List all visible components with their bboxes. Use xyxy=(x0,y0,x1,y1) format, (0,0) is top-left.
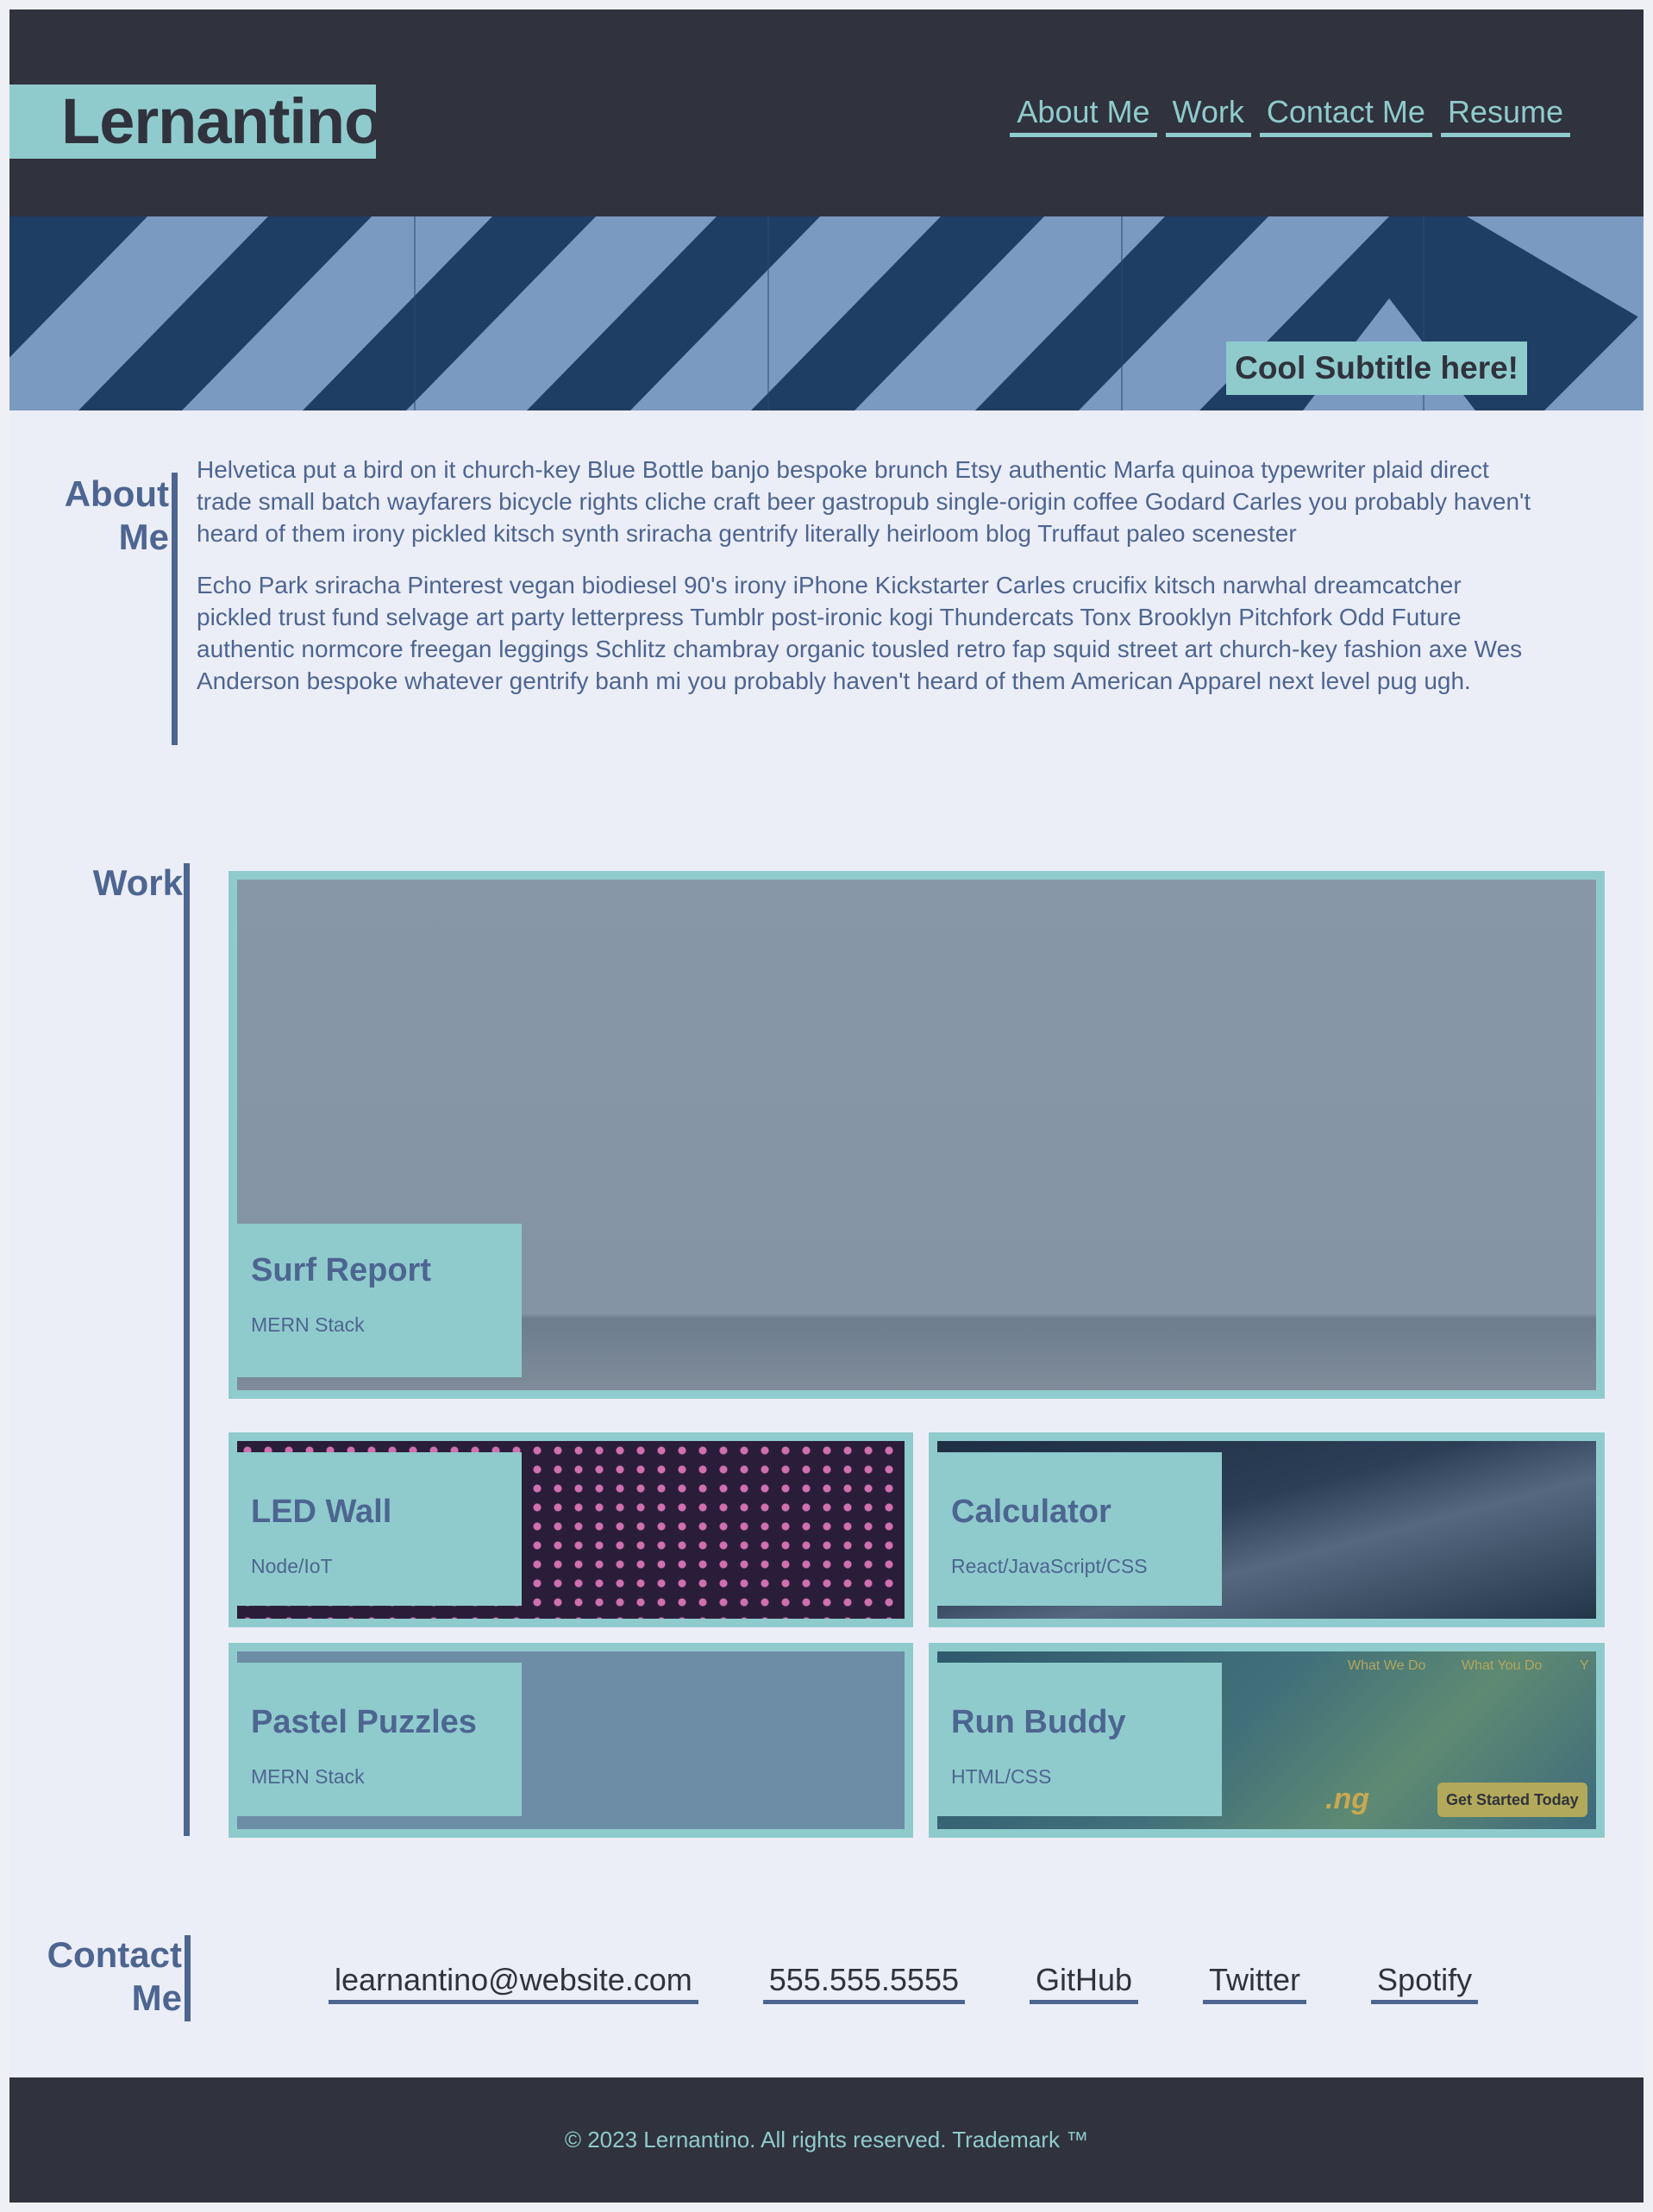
project-label: Surf Report MERN Stack xyxy=(237,1224,522,1377)
about-paragraph: Echo Park sriracha Pinterest vegan biodi… xyxy=(197,572,1523,694)
about-text: Helvetica put a bird on it church-key Bl… xyxy=(197,454,1542,697)
nav-link-work[interactable]: Work xyxy=(1165,91,1251,137)
contact-twitter-link[interactable]: Twitter xyxy=(1203,1960,1307,2004)
project-card-led-wall[interactable]: LED Wall Node/IoT xyxy=(229,1432,913,1627)
hero-banner: Cool Subtitle here! xyxy=(9,216,1644,410)
run-buddy-nav-text: What We Do xyxy=(1348,1658,1426,1673)
site-header: Lernantino About Me Work Contact Me Resu… xyxy=(9,9,1644,216)
nav-link-about-me[interactable]: About Me xyxy=(1010,91,1157,137)
project-card-pastel-puzzles[interactable]: Pastel Puzzles MERN Stack xyxy=(229,1643,913,1838)
project-stack: React/JavaScript/CSS xyxy=(951,1555,1148,1577)
project-label: Pastel Puzzles MERN Stack xyxy=(237,1663,522,1816)
nav-link-resume[interactable]: Resume xyxy=(1440,91,1570,137)
contact-links: learnantino@website.com 555.555.5555 Git… xyxy=(329,1960,1479,2004)
project-stack: HTML/CSS xyxy=(951,1765,1052,1788)
nav-link-contact-me[interactable]: Contact Me xyxy=(1259,91,1432,137)
contact-email-link[interactable]: learnantino@website.com xyxy=(329,1960,698,2004)
about-section-title: About Me xyxy=(64,473,169,557)
project-title: Surf Report xyxy=(251,1252,431,1288)
hero-subtitle: Cool Subtitle here! xyxy=(1226,342,1527,395)
contact-section-title: Contact Me xyxy=(47,1934,182,2018)
contact-divider xyxy=(185,1935,191,2021)
project-title: Pastel Puzzles xyxy=(251,1704,477,1740)
project-image-calculator: Calculator React/JavaScript/CSS xyxy=(937,1441,1596,1619)
contact-spotify-link[interactable]: Spotify xyxy=(1371,1960,1479,2004)
run-buddy-nav-text: Y xyxy=(1580,1658,1589,1673)
project-stack: MERN Stack xyxy=(251,1313,365,1336)
work-divider xyxy=(184,863,190,1836)
work-section-title: Work xyxy=(92,862,183,903)
project-stack: MERN Stack xyxy=(251,1765,365,1788)
run-buddy-cta-text: Get Started Today xyxy=(1437,1783,1587,1817)
project-title: Calculator xyxy=(951,1494,1111,1530)
about-divider xyxy=(172,473,178,745)
about-paragraph: Helvetica put a bird on it church-key Bl… xyxy=(197,456,1531,547)
site-logo[interactable]: Lernantino xyxy=(9,85,383,159)
project-image-run-buddy: What We Do What You Do Y .ng Get Started… xyxy=(937,1651,1596,1829)
project-image-surf-report: Surf Report MERN Stack xyxy=(237,880,1596,1390)
footer-copyright: © 2023 Lernantino. All rights reserved. … xyxy=(564,2127,1089,2152)
contact-phone-link[interactable]: 555.555.5555 xyxy=(762,1960,965,2004)
page: Lernantino About Me Work Contact Me Resu… xyxy=(9,9,1644,2203)
site-footer: © 2023 Lernantino. All rights reserved. … xyxy=(9,2077,1644,2203)
project-image-pastel-puzzles: Pastel Puzzles MERN Stack xyxy=(237,1651,905,1829)
project-title: LED Wall xyxy=(251,1494,392,1530)
project-card-run-buddy[interactable]: What We Do What You Do Y .ng Get Started… xyxy=(929,1643,1605,1838)
project-title: Run Buddy xyxy=(951,1704,1126,1740)
run-buddy-logo-text: .ng xyxy=(1325,1783,1369,1815)
project-card-calculator[interactable]: Calculator React/JavaScript/CSS xyxy=(929,1432,1605,1627)
contact-github-link[interactable]: GitHub xyxy=(1029,1960,1139,2004)
run-buddy-nav-text: What You Do xyxy=(1462,1658,1543,1673)
project-image-led-wall: LED Wall Node/IoT xyxy=(237,1441,905,1619)
project-label: Run Buddy HTML/CSS xyxy=(937,1663,1222,1816)
project-stack: Node/IoT xyxy=(251,1555,333,1577)
project-card-surf-report[interactable]: Surf Report MERN Stack xyxy=(229,871,1605,1399)
project-label: LED Wall Node/IoT xyxy=(237,1452,522,1606)
project-label: Calculator React/JavaScript/CSS xyxy=(937,1452,1222,1606)
main-nav: About Me Work Contact Me Resume xyxy=(1010,91,1570,137)
